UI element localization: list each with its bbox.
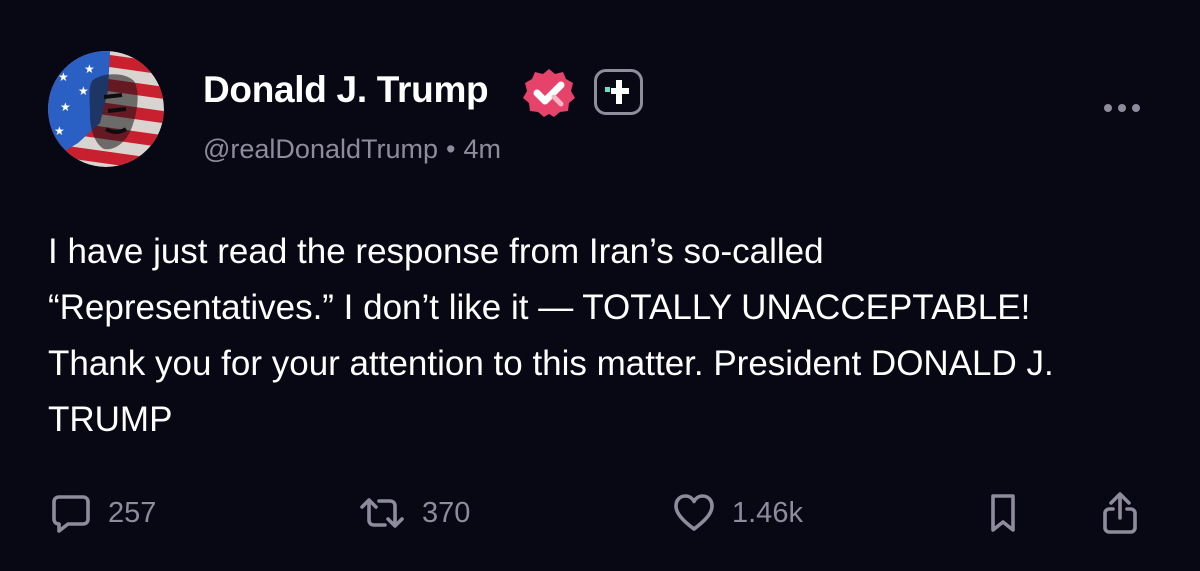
speech-bubble-icon xyxy=(52,495,90,533)
share-button[interactable] xyxy=(1100,488,1140,538)
reply-button[interactable]: 257 xyxy=(50,488,156,538)
author-avatar[interactable]: ★ ★ ★ ★ ★ xyxy=(48,51,164,167)
post-timestamp[interactable]: 4m xyxy=(463,134,501,164)
like-count: 1.46k xyxy=(732,497,803,529)
post-body-text: I have just read the response from Iran’… xyxy=(48,232,1054,439)
author-display-name[interactable]: Donald J. Trump xyxy=(203,67,489,113)
svg-text:★: ★ xyxy=(58,70,69,84)
svg-text:★: ★ xyxy=(78,84,89,98)
bookmark-button[interactable] xyxy=(985,488,1021,538)
reply-count: 257 xyxy=(108,497,157,529)
repost-count: 370 xyxy=(422,497,471,529)
heart-icon xyxy=(674,494,714,531)
flag-face-avatar-icon: ★ ★ ★ ★ ★ xyxy=(48,51,164,167)
share-icon xyxy=(1103,492,1137,534)
post-meta: @realDonaldTrump • 4m xyxy=(203,130,501,168)
plus-badge-icon xyxy=(594,69,643,115)
like-button[interactable]: 1.46k xyxy=(672,488,803,538)
svg-text:★: ★ xyxy=(60,100,71,114)
repost-arrows-icon xyxy=(360,498,404,528)
post-card: ★ ★ ★ ★ ★ Donald J. Trump @realDonaldTru… xyxy=(0,0,1200,571)
repost-button[interactable]: 370 xyxy=(358,488,470,538)
verified-badge-icon xyxy=(523,69,575,117)
meta-separator: • xyxy=(446,134,456,164)
bookmark-icon xyxy=(991,494,1015,532)
svg-text:★: ★ xyxy=(54,124,65,138)
svg-text:★: ★ xyxy=(84,62,95,76)
more-options-icon[interactable] xyxy=(1096,92,1148,124)
author-handle[interactable]: @realDonaldTrump xyxy=(203,134,438,164)
